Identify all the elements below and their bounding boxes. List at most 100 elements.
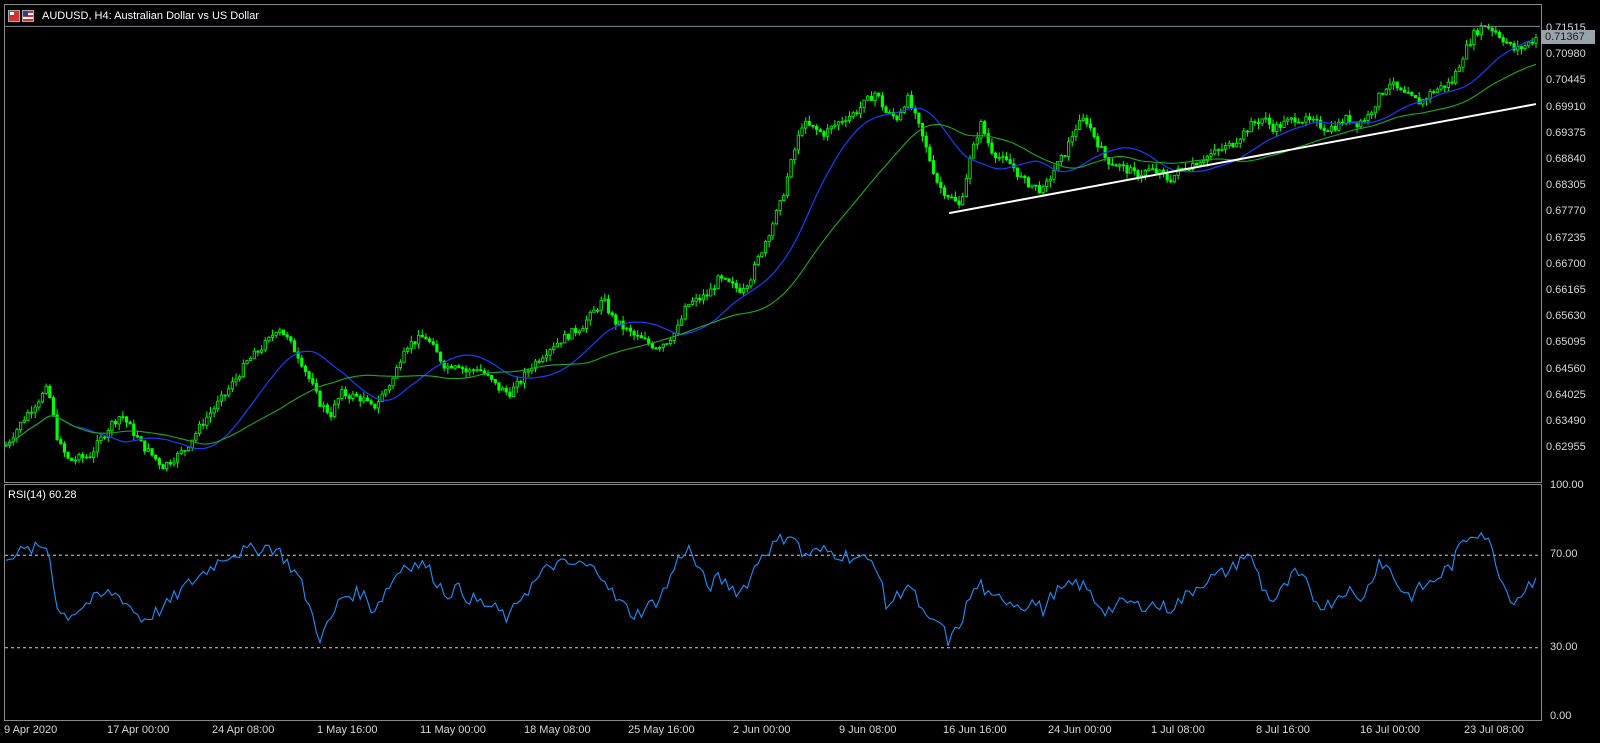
candle-body [1366, 114, 1370, 121]
candle-body [40, 392, 45, 403]
candle-body [752, 264, 757, 281]
candle-body [665, 342, 669, 345]
candle-body [836, 121, 841, 126]
time-tick-label: 8 Jul 16:00 [1256, 724, 1310, 736]
candle-body [1041, 186, 1045, 193]
candle-body [1523, 45, 1527, 49]
candle-body [1125, 165, 1129, 174]
candle-body [1494, 30, 1498, 33]
candle-body [128, 421, 132, 425]
candle-body [278, 329, 282, 334]
symbol-title: AUDUSD, H4: Australian Dollar vs US Doll… [42, 10, 260, 22]
price-tick-label: 0.65630 [1546, 310, 1586, 323]
candle-body [650, 342, 654, 349]
candle-body [548, 349, 552, 356]
candle-body [347, 395, 351, 399]
candle-body [270, 334, 275, 338]
candle-body [1370, 112, 1374, 115]
candle-body [990, 142, 994, 154]
candle-body [508, 391, 512, 397]
candle-body [1114, 164, 1118, 167]
candle-body [19, 421, 23, 431]
candle-body [771, 223, 775, 237]
candle-body [1070, 135, 1074, 143]
candle-body [132, 423, 136, 436]
candle-body [873, 92, 877, 101]
candle-body [435, 344, 439, 353]
candle-body [369, 400, 373, 405]
candle-body [70, 457, 74, 461]
candle-body [59, 439, 63, 444]
candle-body [475, 369, 479, 372]
candle-body [252, 350, 256, 359]
candle-body [1505, 41, 1509, 44]
candle-body [950, 196, 954, 199]
candle-body [515, 380, 519, 388]
rsi-tick-label: 70.00 [1550, 548, 1578, 561]
candle-body [1110, 163, 1115, 166]
price-tick-label: 0.68305 [1546, 179, 1586, 192]
candle-body [592, 309, 596, 313]
candle-body [274, 332, 278, 336]
candle-body [325, 404, 329, 413]
price-tick-label: 0.70980 [1546, 48, 1586, 61]
candle-body [336, 398, 340, 405]
candle-body [1399, 87, 1403, 91]
candle-body [815, 125, 819, 131]
candle-body [734, 282, 738, 289]
time-tick-label: 9 Apr 2020 [4, 724, 58, 736]
candle-body [343, 389, 348, 397]
candle-body [420, 334, 424, 338]
price-tick-label: 0.67235 [1546, 231, 1586, 244]
candle-body [858, 107, 863, 115]
candle-body [51, 397, 56, 416]
candle-body [1391, 81, 1396, 85]
rsi-tick-label: 30.00 [1550, 640, 1578, 653]
candle-body [869, 95, 874, 101]
usd-flag-icon [22, 10, 34, 22]
candle-body [354, 393, 359, 397]
rsi-tick-label: 100.00 [1550, 479, 1584, 491]
candle-body [661, 343, 665, 348]
candle-body [1037, 184, 1041, 193]
candle-body [391, 377, 395, 387]
candle-body [303, 365, 308, 373]
candle-body [1172, 174, 1177, 183]
candle-body [654, 347, 658, 350]
candle-body [603, 298, 607, 301]
candle-body [102, 436, 107, 439]
candle-body [829, 125, 833, 130]
candle-body [1475, 30, 1480, 36]
candle-body [241, 363, 245, 378]
candle-body [1019, 175, 1023, 178]
candle-body [256, 350, 260, 353]
candle-body [1256, 122, 1261, 124]
candle-body [281, 329, 286, 336]
candle-body [358, 395, 362, 402]
candle-body [1362, 120, 1366, 122]
price-tick-label: 0.68840 [1546, 153, 1586, 165]
price-tick-label: 0.70445 [1546, 74, 1586, 87]
candle-body [1059, 155, 1063, 163]
candle-body [1271, 123, 1275, 132]
candle-body [99, 436, 103, 442]
candle-body [176, 452, 180, 463]
chart-window[interactable]: AUDUSD, H4: Australian Dollar vs US Doll… [0, 0, 1600, 743]
candle-body [716, 275, 720, 290]
candle-body [398, 361, 402, 368]
candle-body [1472, 30, 1476, 46]
candle-body [767, 235, 771, 242]
candle-body [468, 369, 472, 373]
candle-body [260, 349, 264, 353]
candle-body [124, 416, 129, 423]
candle-body [563, 334, 567, 344]
candle-body [183, 450, 187, 452]
candle-body [1333, 125, 1337, 131]
candle-body [720, 275, 724, 279]
candle-body [731, 281, 735, 284]
candle-body [1231, 142, 1235, 148]
candle-body [424, 336, 428, 340]
candle-body [245, 360, 249, 364]
candle-body [15, 429, 19, 439]
candle-body [997, 157, 1001, 159]
